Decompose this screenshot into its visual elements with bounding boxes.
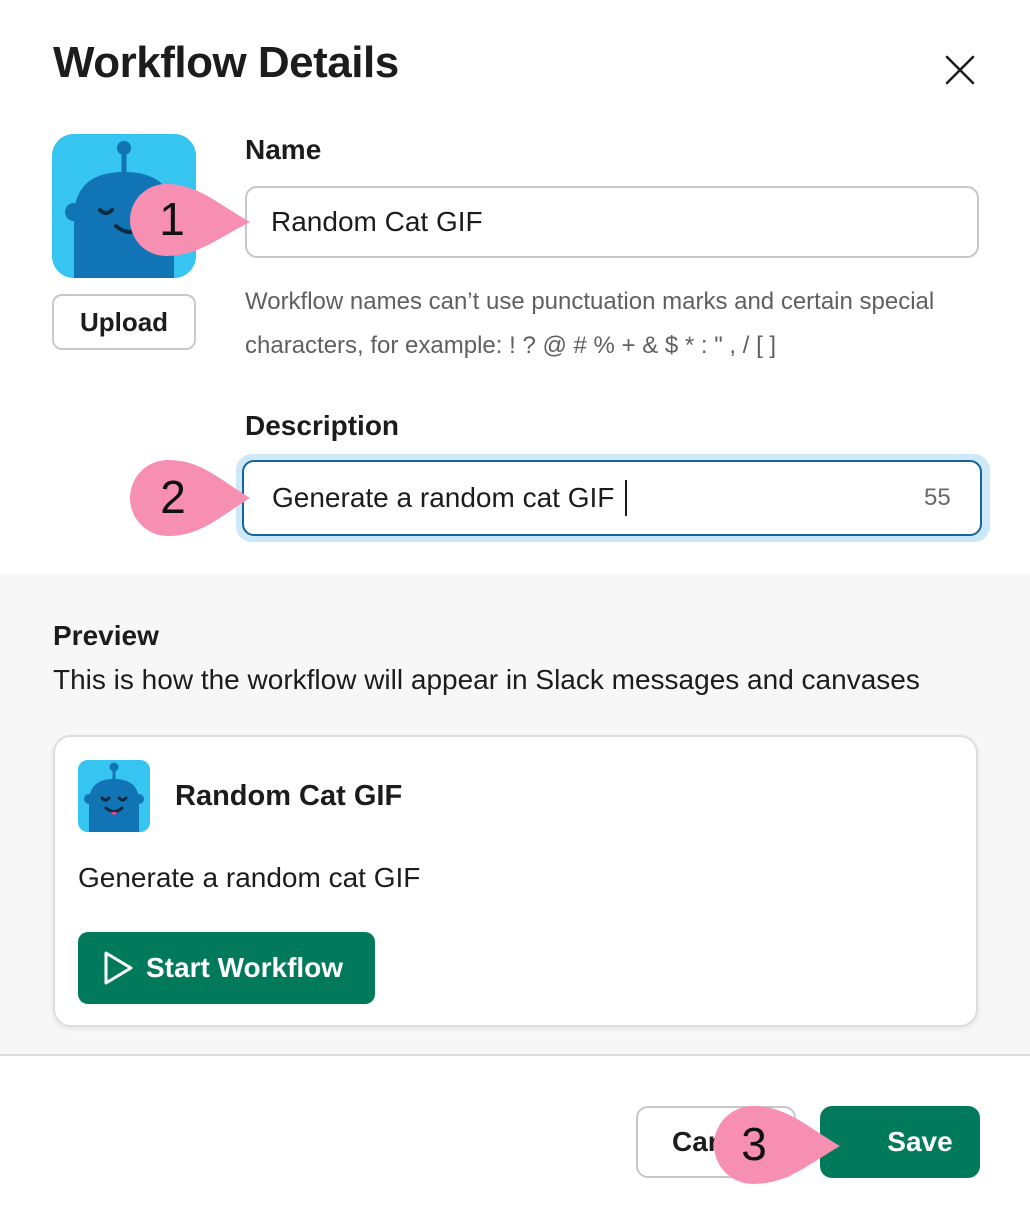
callout-number-1: 1 — [159, 193, 185, 245]
name-hint: Workflow names can’t use punctuation mar… — [245, 288, 935, 359]
upload-button[interactable]: Upload — [52, 294, 196, 350]
callout-number-2: 2 — [160, 471, 186, 523]
save-button[interactable]: Save — [820, 1106, 980, 1178]
character-counter: 55 — [924, 484, 951, 511]
robot-avatar-icon — [78, 760, 150, 832]
start-workflow-button[interactable]: Start Workflow — [78, 932, 375, 1004]
preview-avatar — [78, 760, 150, 832]
modal-title: Workflow Details — [53, 38, 399, 87]
close-icon — [945, 55, 975, 85]
workflow-details-modal: Workflow Details Upload Name Workflow na… — [0, 0, 1030, 1220]
preview-title: Preview — [53, 620, 159, 651]
preview-card-name: Random Cat GIF — [175, 780, 403, 812]
name-label: Name — [245, 134, 322, 165]
callout-number-3: 3 — [741, 1118, 767, 1170]
play-icon — [104, 951, 133, 985]
name-input[interactable] — [245, 186, 979, 258]
text-caret — [625, 480, 627, 516]
close-button[interactable] — [936, 46, 984, 94]
preview-card-description: Generate a random cat GIF — [78, 862, 421, 893]
description-input[interactable] — [242, 460, 982, 536]
preview-subtitle: This is how the workflow will appear in … — [53, 664, 920, 695]
description-label: Description — [245, 410, 400, 441]
start-workflow-label: Start Workflow — [146, 952, 344, 983]
